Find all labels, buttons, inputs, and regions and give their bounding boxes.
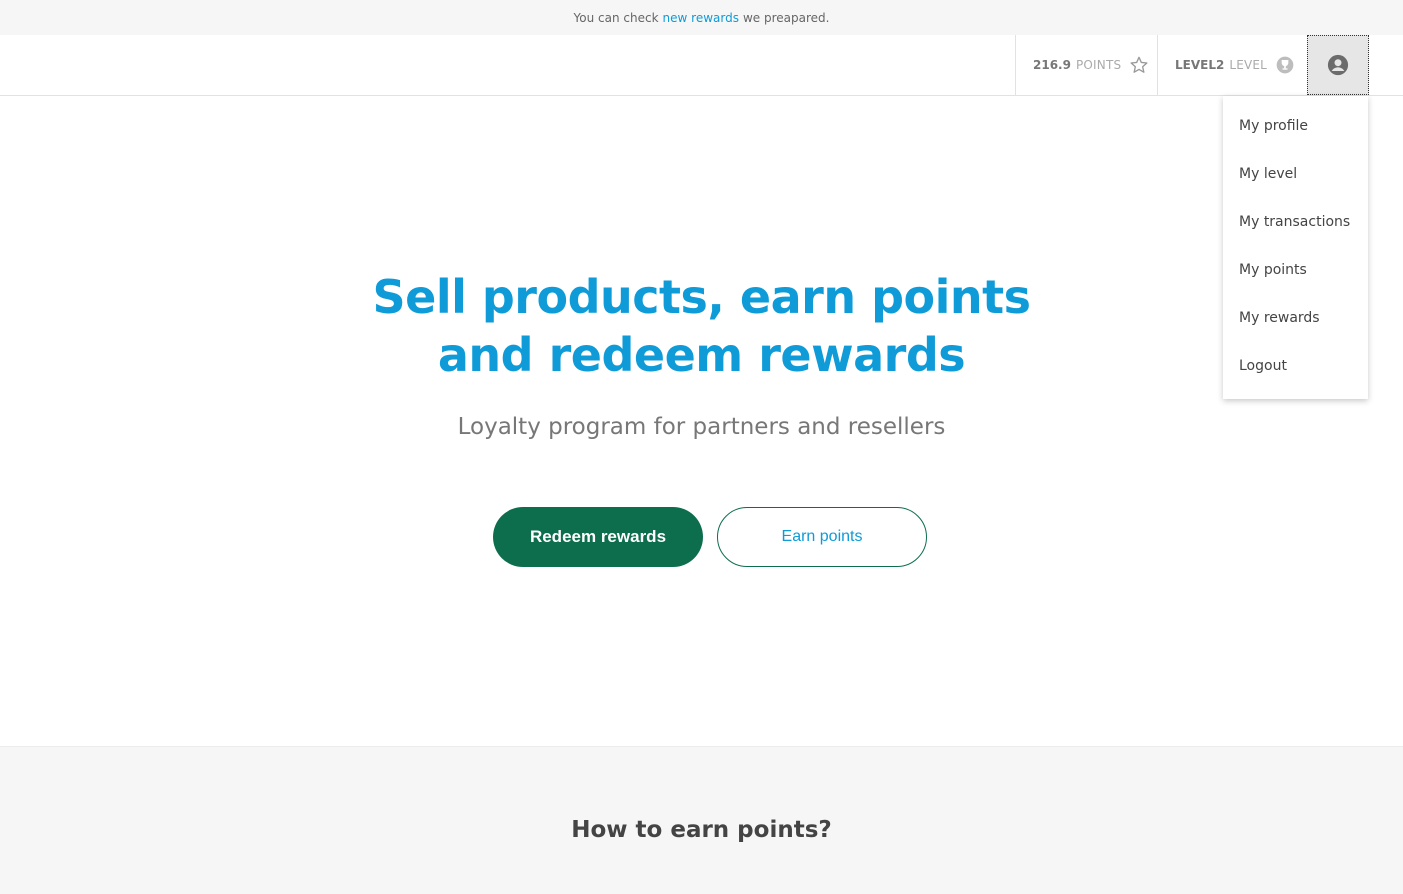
- hero-title-line2: and redeem rewards: [437, 328, 966, 382]
- hero-title-line1: Sell products, earn points: [372, 270, 1032, 324]
- trophy-icon: [1276, 56, 1294, 74]
- earn-points-button[interactable]: Earn points: [717, 507, 927, 567]
- user-circle-icon: [1327, 54, 1349, 76]
- hero-title: Sell products, earn points and redeem re…: [0, 268, 1403, 384]
- menu-item-my-level[interactable]: My level: [1223, 162, 1368, 210]
- announcement-prefix: You can check: [573, 10, 659, 25]
- new-rewards-link[interactable]: new rewards: [663, 11, 739, 25]
- top-header: 216.9 POINTS LEVEL2 LEVEL: [0, 35, 1403, 96]
- announcement-suffix: we preapared.: [742, 10, 830, 25]
- menu-item-my-profile[interactable]: My profile: [1223, 114, 1368, 162]
- earn-section: How to earn points?: [0, 746, 1403, 894]
- points-stat[interactable]: 216.9 POINTS: [1015, 35, 1158, 95]
- menu-item-my-transactions[interactable]: My transactions: [1223, 210, 1368, 258]
- level-unit: LEVEL: [1229, 58, 1268, 72]
- points-value: 216.9: [1033, 58, 1071, 72]
- earn-section-title: How to earn points?: [571, 817, 832, 843]
- hero-subtitle: Loyalty program for partners and reselle…: [457, 414, 946, 440]
- profile-menu-button[interactable]: [1307, 35, 1369, 95]
- points-unit: POINTS: [1075, 58, 1122, 72]
- announcement-bar: You can check new rewards we preapared.: [0, 0, 1403, 35]
- star-icon: [1130, 56, 1148, 73]
- redeem-rewards-button[interactable]: Redeem rewards: [493, 507, 703, 567]
- level-value: LEVEL2: [1175, 58, 1225, 72]
- level-stat[interactable]: LEVEL2 LEVEL: [1157, 35, 1308, 95]
